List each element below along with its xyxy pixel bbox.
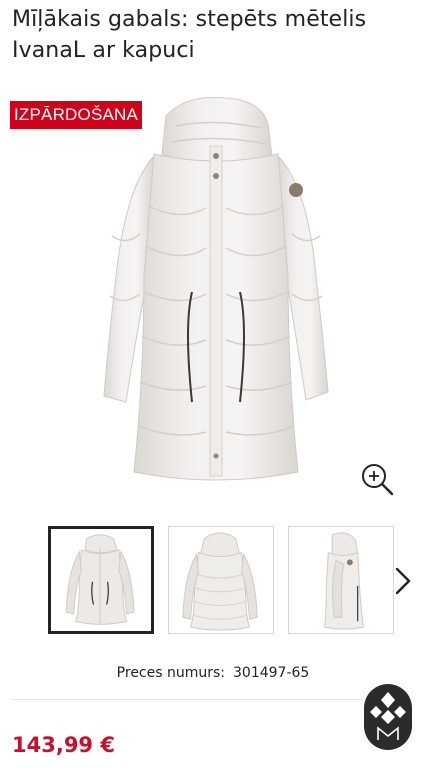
sale-badge: IZPĀRDOŠANA (10, 101, 143, 129)
chevron-right-icon[interactable] (392, 566, 414, 596)
product-main-image[interactable] (96, 96, 336, 506)
divider (12, 699, 362, 700)
product-number-value: 301497-65 (233, 665, 310, 681)
product-number-label: Preces numurs: (116, 665, 226, 681)
product-price: 143,99 € (12, 733, 115, 757)
product-gallery: IZPĀRDOŠANA (0, 96, 426, 506)
product-title: Mīļākais gabals: stepēts mētelis IvanaL … (12, 7, 367, 63)
thumbnail-side[interactable] (288, 526, 394, 634)
thumbnail-strip (48, 526, 394, 638)
thumbnail-back[interactable] (168, 526, 274, 634)
zoom-in-icon[interactable] (360, 462, 394, 496)
product-number: Preces numurs: 301497-65 (0, 662, 426, 684)
diamond-monogram-icon[interactable] (364, 684, 412, 750)
thumbnail-front[interactable] (48, 526, 154, 634)
